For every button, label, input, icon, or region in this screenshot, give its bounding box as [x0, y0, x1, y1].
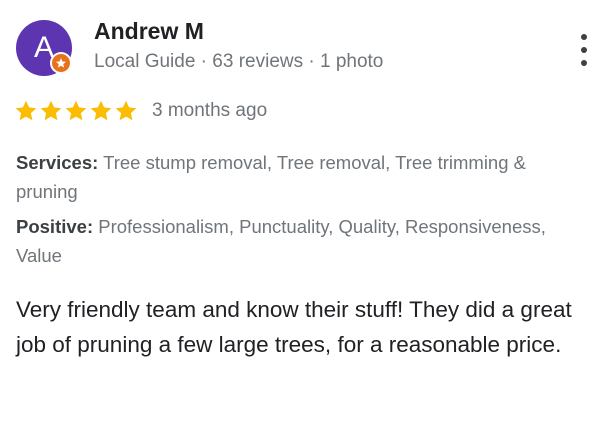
star-icon	[14, 99, 38, 123]
author-meta[interactable]: Local Guide · 63 reviews · 1 photo	[94, 51, 383, 73]
review-date: 3 months ago	[152, 100, 268, 121]
star-icon	[64, 99, 88, 123]
star-icon	[39, 99, 63, 123]
author-name[interactable]: Andrew M	[94, 18, 204, 45]
positive-label: Positive:	[16, 216, 94, 237]
more-vert-icon	[581, 60, 587, 66]
star-badge-icon	[52, 54, 70, 72]
services-label: Services:	[16, 152, 99, 173]
review-text: Very friendly team and know their stuff!…	[16, 297, 572, 357]
star-rating	[14, 99, 138, 123]
star-icon	[89, 99, 113, 123]
more-vert-icon	[581, 34, 587, 40]
more-options-button[interactable]	[570, 32, 598, 68]
rating-row: 3 months ago	[14, 98, 267, 124]
star-icon	[114, 99, 138, 123]
review-card: A Andrew M Local Guide · 63 reviews · 1 …	[0, 0, 606, 428]
local-guide-badge	[50, 52, 72, 74]
positive-value: Professionalism, Punctuality, Quality, R…	[16, 216, 546, 266]
positive-attribute: Positive: Professionalism, Punctuality, …	[16, 212, 576, 270]
services-attribute: Services: Tree stump removal, Tree remov…	[16, 148, 576, 206]
more-vert-icon	[581, 47, 587, 53]
